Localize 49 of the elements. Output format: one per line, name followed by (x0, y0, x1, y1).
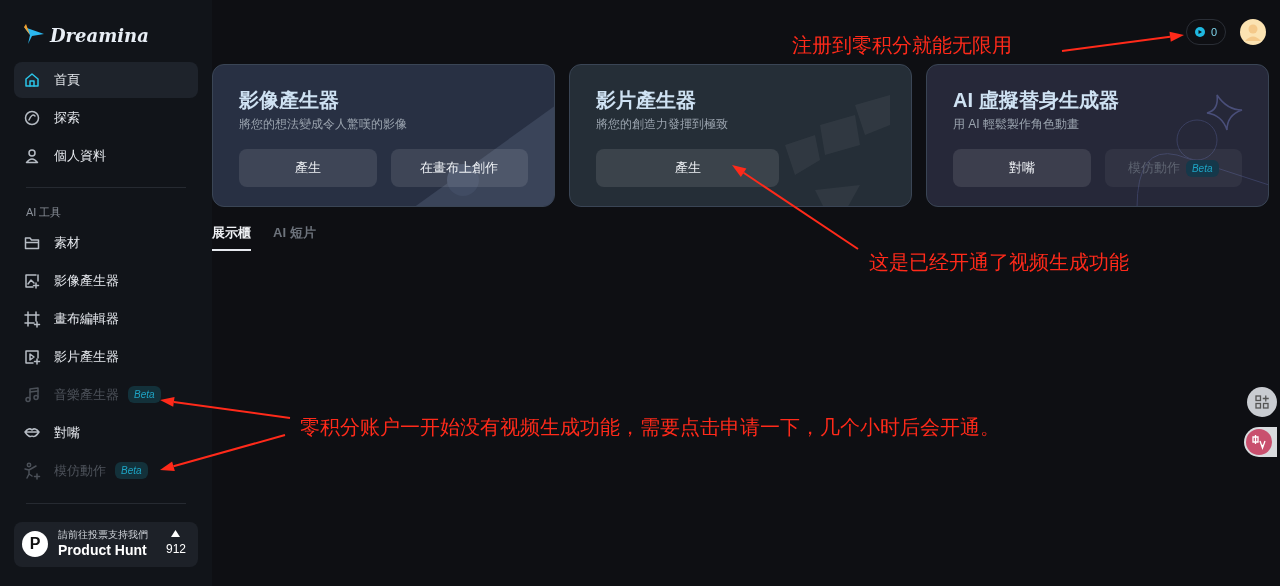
card-title: AI 虛擬替身生成器 (953, 88, 1120, 113)
sidebar-item[interactable]: 對嘴 (14, 414, 198, 451)
sidebar-item[interactable]: 畫布編輯器 (14, 300, 198, 337)
vote-count: 912 (165, 541, 186, 558)
vote-caption: 請前往投票支持我們 (58, 529, 149, 541)
card-subtitle: 將您的創造力發揮到極致 (596, 116, 729, 133)
product-hunt-name: Product Hunt (58, 541, 148, 559)
home-icon (23, 71, 41, 89)
card-subtitle: 將您的想法變成令人驚嘆的影像 (239, 116, 408, 133)
generate-button[interactable]: 在畫布上創作 (390, 149, 528, 187)
tab[interactable]: 展示櫃 (212, 223, 251, 251)
annotation-text: 零积分账户一开始没有视频生成功能，需要点击申请一下，几个小时后会开通。 (300, 415, 1000, 440)
logo-text: Dreamina (50, 23, 149, 48)
add-widget-button[interactable] (1247, 387, 1277, 417)
person-icon (23, 147, 41, 165)
figure-icon (23, 461, 41, 480)
translate-button[interactable] (1244, 427, 1277, 457)
generate-button[interactable]: 對嘴 (953, 149, 1091, 187)
crop-icon (23, 309, 41, 328)
annotation-text: 注册到零积分就能无限用 (792, 33, 1012, 58)
sidebar-item[interactable]: 個人資料 (14, 138, 198, 174)
section-title: AI 工具 (25, 205, 63, 220)
card-title: 影像產生器 (239, 88, 340, 113)
beta-badge: Beta (128, 386, 161, 403)
product-hunt-card[interactable]: P 請前往投票支持我們 Product Hunt 912 (14, 521, 198, 567)
avatar[interactable] (1240, 19, 1266, 45)
image-plus-icon (23, 271, 41, 290)
card-subtitle: 用 AI 輕鬆製作角色動畫 (953, 116, 1080, 133)
generate-button[interactable]: 產生 (239, 149, 377, 187)
translate-icon (1246, 429, 1272, 455)
generate-button[interactable]: 產生 (596, 149, 779, 187)
grid-plus-icon (1255, 395, 1269, 409)
sidebar-item[interactable]: 素材 (14, 224, 198, 261)
upvote-icon (171, 530, 181, 537)
sidebar-item[interactable]: 影片產生器 (14, 338, 198, 375)
sidebar-item[interactable]: 探索 (14, 100, 198, 136)
compass-icon (23, 109, 41, 127)
video-plus-icon (23, 347, 41, 366)
tab[interactable]: AI 短片 (273, 223, 316, 251)
beta-badge: Beta (115, 462, 148, 479)
beta-badge: Beta (1185, 159, 1219, 177)
sidebar-item[interactable]: 首頁 (14, 62, 198, 98)
music-note-icon (23, 385, 41, 404)
sidebar-item[interactable]: 影像產生器 (14, 262, 198, 299)
annotation-text: 这是已经开通了视频生成功能 (869, 250, 1129, 275)
card-title: 影片產生器 (596, 88, 697, 113)
product-hunt-logo: P (22, 531, 48, 557)
credits-count: 0 (1210, 24, 1217, 40)
credit-icon (1194, 27, 1205, 37)
